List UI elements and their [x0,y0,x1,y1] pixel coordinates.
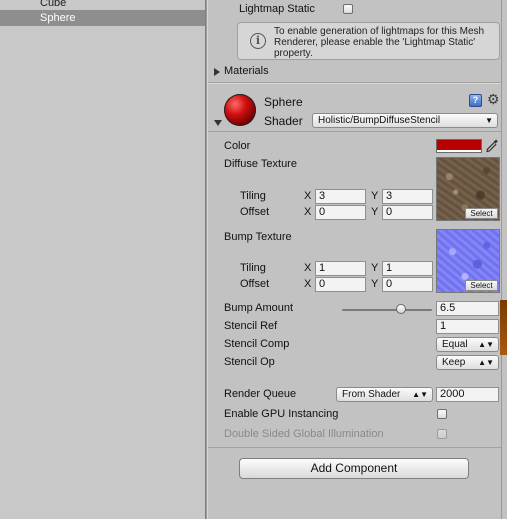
diffuse-offset-label: Offset [240,206,270,218]
color-swatch[interactable] [436,139,482,153]
stencil-ref-label: Stencil Ref [224,320,278,332]
material-name: Sphere [264,95,303,109]
shader-dropdown[interactable]: Holistic/BumpDiffuseStencil ▼ [312,113,498,128]
render-queue-field[interactable]: 2000 [436,387,499,402]
stencil-comp-label: Stencil Comp [224,338,290,350]
divider [208,83,501,84]
diffuse-offset-y-label: Y [371,206,379,218]
material-preview-sphere [224,94,256,126]
gpu-instancing-checkbox[interactable] [437,409,447,419]
dropdown-arrow-icon: ▲▼ [412,390,428,399]
material-foldout-icon[interactable] [214,120,222,126]
panel-splitter[interactable] [205,0,208,519]
hierarchy-item-sphere[interactable]: Sphere [0,10,205,26]
bump-amount-label: Bump Amount [224,302,294,314]
double-sided-gi-label: Double Sided Global Illumination [224,428,384,440]
diffuse-offset-x-label: X [304,206,312,218]
bump-offset-label: Offset [240,278,270,290]
divider [208,131,501,132]
bump-offset-y-label: Y [371,278,379,290]
diffuse-texture-label: Diffuse Texture [224,158,297,170]
bump-amount-slider-knob[interactable] [395,304,406,314]
info-icon: i [250,33,266,49]
scrollbar-edge [501,0,502,519]
hierarchy-panel: Cube Sphere [0,0,205,519]
bump-amount-slider-track[interactable] [342,309,432,311]
lightmap-static-label: Lightmap Static [239,3,315,15]
render-queue-label: Render Queue [224,388,297,400]
bump-offset-x-label: X [304,278,312,290]
stencil-comp-value: Equal [442,339,468,350]
diffuse-tiling-x-label: X [304,190,312,202]
diffuse-offset-y-field[interactable]: 0 [382,205,433,220]
diffuse-select-button[interactable]: Select [465,208,498,219]
render-queue-mode-dropdown[interactable]: From Shader ▲▼ [336,387,433,402]
bump-amount-field[interactable]: 6.5 [436,301,499,316]
diffuse-tiling-y-field[interactable]: 3 [382,189,433,204]
shader-dropdown-value: Holistic/BumpDiffuseStencil [318,115,441,126]
bump-tiling-y-field[interactable]: 1 [382,261,433,276]
bump-tiling-x-field[interactable]: 1 [315,261,366,276]
bump-offset-y-field[interactable]: 0 [382,277,433,292]
stencil-op-value: Keep [442,357,466,368]
stencil-comp-dropdown[interactable]: Equal ▲▼ [436,337,499,352]
bump-select-button[interactable]: Select [465,280,498,291]
materials-label[interactable]: Materials [224,65,269,77]
gpu-instancing-label: Enable GPU Instancing [224,408,339,420]
bump-tiling-label: Tiling [240,262,266,274]
lightmap-static-checkbox[interactable] [343,4,353,14]
diffuse-texture-slot[interactable]: Select [436,157,500,221]
gear-icon[interactable]: ⚙ [487,92,500,106]
diffuse-offset-x-field[interactable]: 0 [315,205,366,220]
stencil-ref-field[interactable]: 1 [436,319,499,334]
render-queue-mode-value: From Shader [342,389,401,400]
dropdown-arrow-icon: ▼ [485,116,493,125]
dropdown-arrow-icon: ▲▼ [478,358,494,367]
help-book-icon[interactable]: ? [469,94,482,107]
bump-texture-slot[interactable]: Select [436,229,500,293]
add-component-button[interactable]: Add Component [239,458,469,479]
bump-offset-x-field[interactable]: 0 [315,277,366,292]
scene-edge-strip [500,300,507,355]
bump-texture-label: Bump Texture [224,231,292,243]
color-label: Color [224,140,251,152]
divider [208,447,501,448]
bump-tiling-x-label: X [304,262,312,274]
shader-label: Shader [264,114,303,128]
eyedropper-icon[interactable] [485,138,499,154]
diffuse-tiling-x-field[interactable]: 3 [315,189,366,204]
bump-tiling-y-label: Y [371,262,379,274]
stencil-op-dropdown[interactable]: Keep ▲▼ [436,355,499,370]
stencil-op-label: Stencil Op [224,356,275,368]
materials-foldout-icon[interactable] [214,68,220,76]
diffuse-tiling-label: Tiling [240,190,266,202]
lightmap-hint-text: To enable generation of lightmaps for th… [274,26,485,59]
double-sided-gi-checkbox [437,429,447,439]
diffuse-tiling-y-label: Y [371,190,379,202]
dropdown-arrow-icon: ▲▼ [478,340,494,349]
lightmap-hint-box: i To enable generation of lightmaps for … [237,22,500,60]
